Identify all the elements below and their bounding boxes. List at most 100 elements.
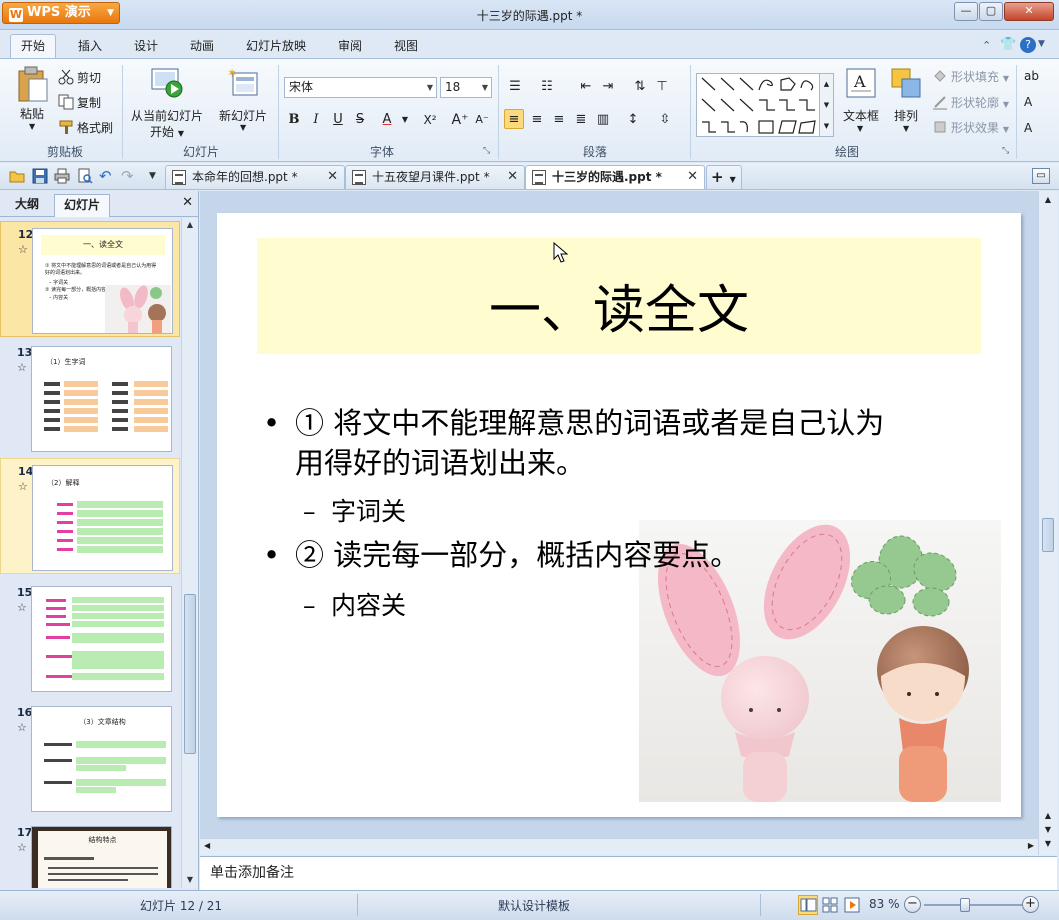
more-effect-icon[interactable]: A <box>1024 121 1032 135</box>
notes-pane[interactable]: 单击添加备注 <box>200 856 1057 890</box>
zoom-in-button[interactable]: + <box>1022 896 1039 913</box>
font-dialog-launcher-icon[interactable]: ⤡ <box>483 146 490 156</box>
from-current-slide-button[interactable]: 从当前幻灯片 <box>131 107 203 124</box>
main-vertical-scrollbar[interactable]: ▲ ▲ ▼ ▼ <box>1038 191 1057 855</box>
tab-insert[interactable]: 插入 <box>68 36 112 58</box>
tab-home[interactable]: 开始 <box>10 34 57 59</box>
textbox-icon[interactable]: A <box>845 67 877 99</box>
document-tab[interactable]: 十五夜望月课件.ppt * ✕ <box>345 165 525 189</box>
close-tab-icon[interactable]: ✕ <box>327 166 338 188</box>
drawing-dialog-launcher-icon[interactable]: ⤡ <box>1002 146 1009 156</box>
tab-slides[interactable]: 幻灯片 <box>54 194 111 217</box>
more-style-icon[interactable]: A <box>1024 95 1032 109</box>
paste-dropdown-icon[interactable]: ▼ <box>29 122 35 131</box>
shapes-scrollbar[interactable]: ▲ ▼ ▼ <box>820 73 834 137</box>
scrollbar-thumb[interactable] <box>184 594 196 754</box>
new-slide-icon[interactable]: ✶ <box>227 66 261 99</box>
print-preview-icon[interactable] <box>77 168 93 184</box>
chevron-down-icon[interactable]: ▼ <box>479 78 491 97</box>
tab-review[interactable]: 审阅 <box>328 36 372 58</box>
chevron-down-icon[interactable]: ▼ <box>857 124 863 133</box>
sub-bullet-text[interactable]: 字词关 <box>331 495 406 529</box>
title-placeholder[interactable]: 一、读全文 <box>257 238 981 354</box>
align-left-icon[interactable]: ≡ <box>504 109 524 129</box>
scroll-up-icon[interactable]: ▲ <box>1039 195 1057 204</box>
tab-design[interactable]: 设计 <box>124 36 168 58</box>
new-tab-button[interactable]: + ▼ <box>706 165 742 189</box>
scroll-down-icon[interactable]: ▼ <box>1039 825 1057 834</box>
scroll-down-icon[interactable]: ▼ <box>182 875 198 884</box>
collapse-ribbon-icon[interactable]: ⌃ <box>982 39 991 52</box>
play-slideshow-icon[interactable] <box>150 65 184 99</box>
line-spacing-icon[interactable]: ↕ <box>623 110 643 130</box>
shapes-gallery[interactable] <box>696 73 820 137</box>
help-dropdown-icon[interactable]: ▼ <box>1038 39 1045 49</box>
close-button[interactable]: ✕ <box>1004 2 1054 21</box>
close-tab-icon[interactable]: ✕ <box>507 166 518 188</box>
paste-button[interactable]: 粘贴 <box>20 105 44 122</box>
tab-list-icon[interactable]: ▭ <box>1032 168 1050 184</box>
scroll-up-icon[interactable]: ▲ <box>182 220 198 229</box>
document-tab[interactable]: 本命年的回想.ppt * ✕ <box>165 165 345 189</box>
grow-font-icon[interactable]: A⁺ <box>450 110 470 130</box>
new-slide-button[interactable]: 新幻灯片 <box>219 107 267 124</box>
minimize-button[interactable]: — <box>954 2 978 21</box>
document-tab-active[interactable]: 十三岁的际遇.ppt * ✕ <box>525 165 705 189</box>
arrange-icon[interactable] <box>890 67 922 99</box>
justify-icon[interactable]: ≣ <box>571 110 591 130</box>
maximize-button[interactable]: ▢ <box>979 2 1003 21</box>
shape-fill-button[interactable]: 形状填充 ▼ <box>932 68 1009 85</box>
tab-view[interactable]: 视图 <box>384 36 428 58</box>
slide-sorter-view-icon[interactable] <box>820 895 840 915</box>
save-icon[interactable] <box>32 168 48 184</box>
distribute-icon[interactable]: ▥ <box>593 110 613 130</box>
align-right-icon[interactable]: ≡ <box>549 110 569 130</box>
zoom-slider-knob[interactable] <box>959 898 970 912</box>
bullet-text[interactable]: ① 将文中不能理解意思的词语或者是自己认为 <box>295 403 975 443</box>
undo-icon[interactable]: ↶ <box>99 168 115 184</box>
current-slide[interactable]: 一、读全文 • ① 将文中不能理解意思的词语或者是自己认为 用得好的词语划出来。… <box>217 213 1021 817</box>
thumbnail-scrollbar[interactable]: ▲ ▼ <box>181 218 198 888</box>
slide-thumbnail[interactable]: 13 ☆ （1）生字词 <box>0 340 180 456</box>
scroll-down-icon[interactable]: ▼ <box>1039 839 1057 848</box>
customize-toolbar-icon[interactable]: ▼ <box>149 168 165 184</box>
slideshow-view-icon[interactable] <box>842 895 862 915</box>
underline-button[interactable]: U <box>328 110 348 130</box>
shape-outline-button[interactable]: 形状轮廓 ▼ <box>932 94 1009 111</box>
zoom-slider[interactable] <box>924 904 1024 906</box>
close-panel-icon[interactable]: ✕ <box>182 195 193 210</box>
bullet-text[interactable]: 用得好的词语划出来。 <box>295 443 975 483</box>
paste-icon[interactable] <box>15 65 49 103</box>
shape-effect-button[interactable]: 形状效果 ▼ <box>932 119 1009 136</box>
format-painter-button[interactable]: 格式刷 <box>58 119 113 136</box>
sub-bullet-text[interactable]: 内容关 <box>331 589 406 623</box>
text-direction-icon[interactable]: ⇅ <box>630 77 650 97</box>
numbered-list-icon[interactable]: ☷ <box>537 77 557 97</box>
italic-button[interactable]: I <box>306 110 326 130</box>
scroll-left-icon[interactable]: ◀ <box>204 841 210 850</box>
font-size-combo[interactable]: 18 ▼ <box>440 77 492 98</box>
close-tab-icon[interactable]: ✕ <box>687 166 698 188</box>
scroll-up-icon[interactable]: ▲ <box>1039 811 1057 820</box>
bullet-list-icon[interactable]: ☰ <box>505 77 525 97</box>
chevron-down-icon[interactable]: ▼ <box>903 124 909 133</box>
slide-thumbnail[interactable]: 17 ☆ 结构特点 <box>0 820 180 888</box>
chevron-down-icon[interactable]: ▼ <box>395 110 415 130</box>
slide-thumbnail[interactable]: 15 ☆ <box>0 580 180 696</box>
from-current-slide-label-2[interactable]: 开始 ▼ <box>150 123 184 140</box>
tab-outline[interactable]: 大纲 <box>6 194 48 217</box>
tab-animation[interactable]: 动画 <box>180 36 224 58</box>
textbox-button[interactable]: 文本框 <box>843 107 879 124</box>
arrange-button[interactable]: 排列 <box>894 107 918 124</box>
open-folder-icon[interactable] <box>9 168 25 184</box>
zoom-out-button[interactable]: − <box>904 896 921 913</box>
print-icon[interactable] <box>54 168 70 184</box>
bullet-text[interactable]: ② 读完每一部分，概括内容要点。 <box>295 535 975 575</box>
copy-button[interactable]: 复制 <box>58 94 101 111</box>
chevron-down-icon[interactable]: ▼ <box>424 78 436 97</box>
main-horizontal-scrollbar[interactable]: ◀ ▶ <box>200 838 1038 855</box>
superscript-icon[interactable]: X² <box>420 110 440 130</box>
decrease-indent-icon[interactable]: ⇤ <box>576 77 596 97</box>
tab-slideshow[interactable]: 幻灯片放映 <box>236 36 316 58</box>
shrink-font-icon[interactable]: A⁻ <box>472 110 492 130</box>
